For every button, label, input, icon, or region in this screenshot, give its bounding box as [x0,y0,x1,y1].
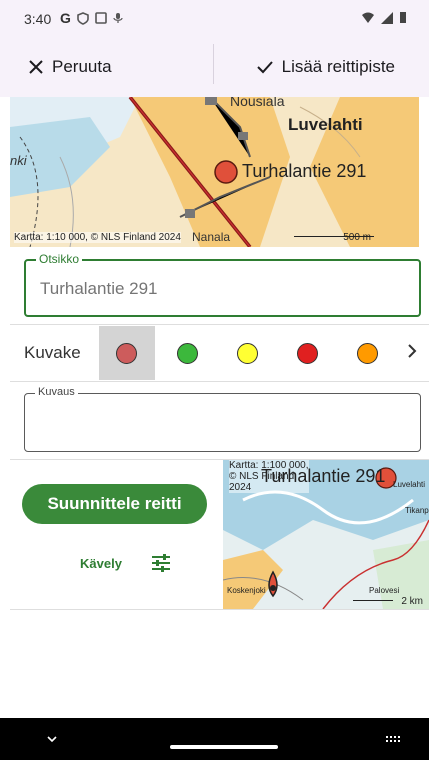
map-label-nki: nki [10,153,27,168]
color-swatch-yellow[interactable] [237,343,258,364]
system-nav-bar [0,718,429,760]
google-icon: G [60,10,71,26]
color-swatch-red-muted[interactable] [116,343,137,364]
scale-label: 500 m [343,232,371,243]
chevron-right-icon[interactable] [407,343,417,359]
keyboard-icon[interactable] [385,735,401,745]
home-gesture-bar[interactable] [170,745,278,749]
icon-picker: Kuvake [0,326,429,380]
color-swatch-red[interactable] [297,343,318,364]
overview-label-tikanpaa: Tikanpää [405,506,429,515]
title-field[interactable]: Otsikko [24,252,421,317]
status-time: 3:40 [24,11,52,27]
title-input[interactable] [40,279,400,299]
screen-icon [95,12,107,24]
icon-picker-label: Kuvake [24,343,81,362]
map-label-nousiala: Nousiala [230,97,285,109]
status-notification-icons: G [60,10,123,26]
status-system-icons [361,11,407,24]
shield-icon [77,11,89,25]
overview-caption-line: 2024 [229,482,252,493]
cancel-button[interactable]: Peruuta [28,52,112,82]
map-label-address: Turhalantie 291 [242,161,367,181]
divider [10,381,429,382]
description-field-label: Kuvaus [35,386,78,398]
status-bar: 3:40 G [0,0,429,38]
location-map[interactable]: Nousiala Luvelahti Turhalantie 291 Nanal… [10,97,419,247]
top-app-bar: Peruuta Lisää reittipiste [0,38,429,97]
add-waypoint-label: Lisää reittipiste [281,57,395,76]
wifi-icon [362,12,374,23]
color-swatch-orange[interactable] [357,343,378,364]
mic-icon [113,13,123,23]
signal-icon [381,11,393,24]
map-label-luvelahti: Luvelahti [288,115,363,134]
divider [10,609,429,610]
plan-route-button[interactable]: Suunnittele reitti [22,484,207,524]
map-label-nanala: Nanala [192,230,231,244]
tune-icon[interactable] [151,554,171,572]
chevron-down-icon[interactable] [46,735,58,745]
toolbar-divider [213,44,214,84]
overview-scale-label: 2 km [401,596,423,607]
travel-mode-walking[interactable]: Kävely [80,556,122,571]
overview-map-address: Turhalantie 291 [261,466,386,486]
overview-label-luvelahti: Luvelahti [393,480,426,489]
divider [10,324,429,325]
close-icon [29,60,43,74]
description-field[interactable]: Kuvaus [24,386,421,452]
title-field-label: Otsikko [36,252,83,266]
plan-route-label: Suunnittele reitti [47,494,182,513]
map-attribution: Kartta: 1:10 000, © NLS Finland 2024 [14,232,181,243]
battery-icon [400,12,406,23]
overview-map[interactable]: Kartta: 1:100 000, © NLS Finland 2024 Tu… [223,460,429,609]
add-waypoint-button[interactable]: Lisää reittipiste [256,52,395,82]
cancel-label: Peruuta [52,57,112,76]
overview-scale-bar [353,600,393,601]
overview-label-koskenjoki: Koskenjoki [227,586,266,595]
overview-label-palovesi: Palovesi [369,586,400,595]
color-swatch-green[interactable] [177,343,198,364]
check-icon [256,61,273,74]
